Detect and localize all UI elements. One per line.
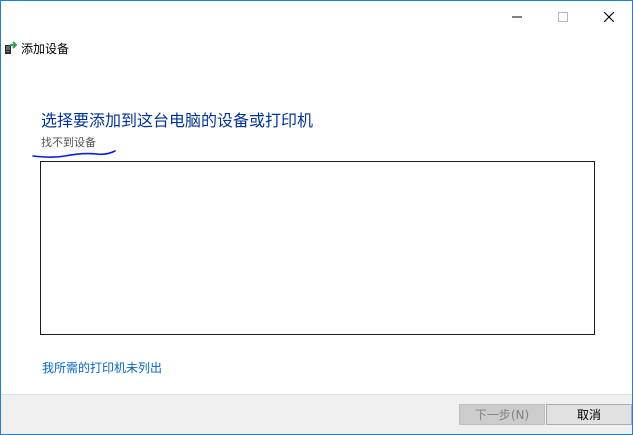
minimize-button[interactable] bbox=[494, 1, 540, 33]
minimize-icon bbox=[512, 16, 522, 18]
printer-not-listed-link[interactable]: 我所需的打印机未列出 bbox=[42, 359, 162, 376]
window-title: 添加设备 bbox=[21, 41, 70, 56]
add-device-icon bbox=[5, 41, 18, 54]
handwritten-underline bbox=[32, 150, 116, 158]
title-bar[interactable] bbox=[1, 1, 632, 33]
close-icon bbox=[604, 12, 614, 22]
next-button[interactable]: 下一步(N) bbox=[459, 404, 545, 425]
maximize-button[interactable] bbox=[540, 1, 586, 33]
window-header: 添加设备 bbox=[4, 38, 69, 58]
cancel-button[interactable]: 取消 bbox=[546, 404, 632, 425]
footer-bar: 下一步(N) 取消 bbox=[1, 394, 632, 434]
page-heading: 选择要添加到这台电脑的设备或打印机 bbox=[41, 111, 314, 130]
device-list[interactable] bbox=[40, 161, 595, 335]
add-device-window: 添加设备 选择要添加到这台电脑的设备或打印机 找不到设备 我所需的打印机未列出 … bbox=[0, 0, 633, 435]
maximize-icon bbox=[558, 12, 568, 22]
close-button[interactable] bbox=[586, 1, 632, 33]
